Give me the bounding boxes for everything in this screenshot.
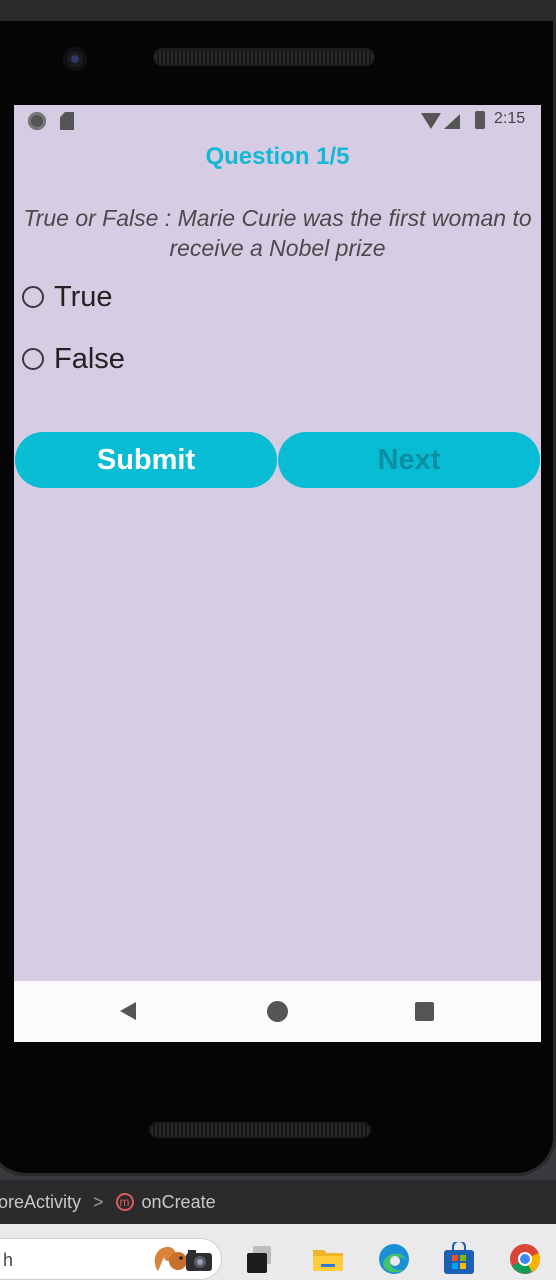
notification-dot-icon bbox=[28, 112, 46, 130]
sd-card-icon bbox=[60, 112, 74, 130]
wifi-icon bbox=[421, 113, 441, 129]
method-icon: m bbox=[115, 1193, 134, 1211]
chrome-browser-icon[interactable] bbox=[508, 1242, 542, 1276]
status-time: 2:15 bbox=[494, 110, 526, 127]
task-view-icon[interactable] bbox=[243, 1242, 277, 1276]
cell-signal-icon bbox=[444, 114, 460, 129]
battery-icon bbox=[475, 111, 485, 129]
android-nav-bar bbox=[14, 981, 541, 1042]
device-screen: 2:15 Question 1/5 True or False : Marie … bbox=[14, 105, 541, 1042]
next-button[interactable]: Next bbox=[278, 432, 540, 488]
breadcrumb-method[interactable]: onCreate bbox=[142, 1192, 216, 1213]
question-counter: Question 1/5 bbox=[205, 143, 350, 170]
option-label: False bbox=[54, 342, 125, 375]
breadcrumb-activity[interactable]: oreActivity bbox=[0, 1192, 81, 1213]
option-false-radio[interactable]: False bbox=[22, 341, 125, 377]
camera-icon bbox=[63, 47, 87, 71]
search-text: h bbox=[3, 1250, 14, 1270]
microsoft-store-icon[interactable] bbox=[442, 1242, 476, 1276]
bottom-speaker bbox=[151, 1124, 369, 1136]
recent-apps-icon[interactable] bbox=[415, 1002, 434, 1021]
earpiece-speaker bbox=[155, 50, 373, 64]
squirrel-photographer-icon bbox=[154, 1246, 212, 1271]
question-text: True or False : Marie Curie was the firs… bbox=[23, 205, 532, 261]
ide-breadcrumb: oreActivity > m onCreate bbox=[0, 1180, 556, 1224]
status-bar: 2:15 bbox=[14, 105, 541, 137]
home-icon[interactable] bbox=[267, 1001, 288, 1022]
windows-taskbar: h bbox=[0, 1224, 556, 1280]
submit-button[interactable]: Submit bbox=[15, 432, 277, 488]
breadcrumb-chevron-icon: > bbox=[93, 1191, 104, 1212]
back-icon[interactable] bbox=[120, 1002, 136, 1020]
file-explorer-icon[interactable] bbox=[311, 1242, 345, 1276]
radio-unchecked-icon[interactable] bbox=[22, 348, 44, 370]
edge-browser-icon[interactable] bbox=[377, 1242, 411, 1276]
radio-unchecked-icon[interactable] bbox=[22, 286, 44, 308]
option-label: True bbox=[54, 280, 113, 313]
option-true-radio[interactable]: True bbox=[22, 279, 113, 315]
